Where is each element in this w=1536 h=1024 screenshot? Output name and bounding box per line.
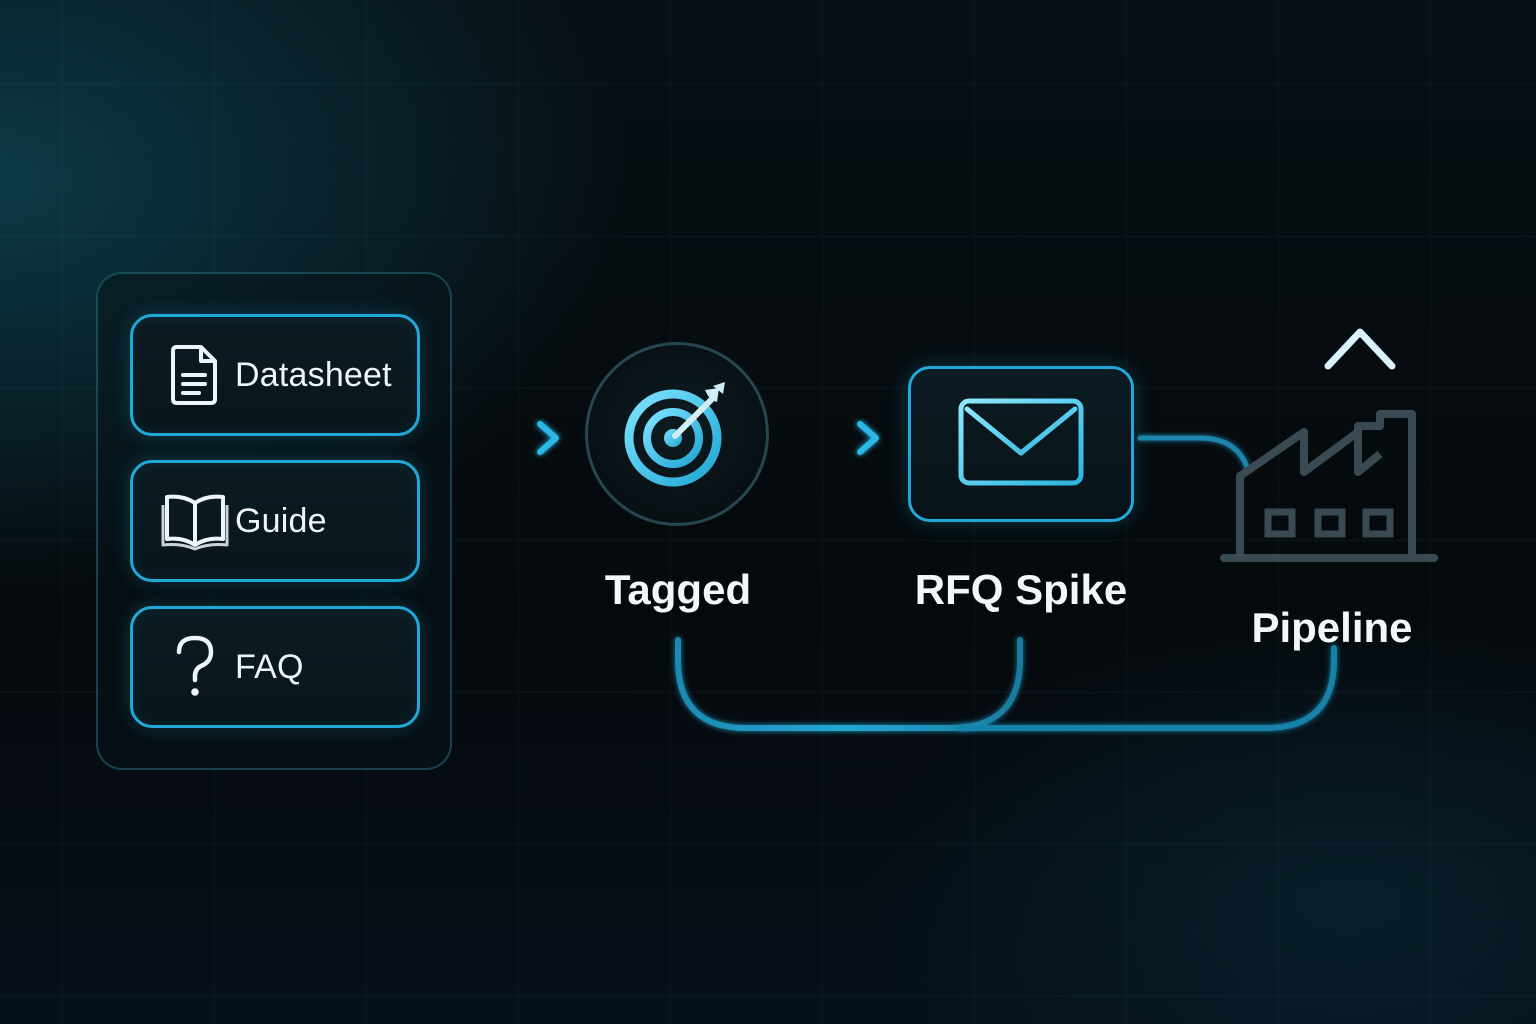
pipeline-label: Pipeline — [1251, 604, 1413, 651]
envelope-icon — [957, 397, 1085, 492]
diagram-canvas: Datasheet Guide FAQ Tagged RFQ Spike Pip… — [0, 0, 1536, 1024]
arrow-sources-to-tagged — [457, 421, 559, 455]
target-icon — [621, 376, 733, 493]
open-book-icon — [155, 491, 235, 551]
source-label-guide: Guide — [235, 501, 327, 540]
pipeline-node[interactable] — [1220, 322, 1440, 566]
source-label-datasheet: Datasheet — [235, 355, 392, 394]
source-card-guide[interactable]: Guide — [130, 460, 420, 582]
document-icon — [155, 343, 235, 407]
rfq-spike-node[interactable] — [908, 366, 1134, 522]
factory-icon — [1220, 410, 1438, 562]
source-label-faq: FAQ — [235, 647, 304, 686]
tagged-node[interactable] — [585, 342, 769, 526]
tagged-label: Tagged — [604, 566, 752, 613]
arrow-tagged-to-rfq — [779, 421, 879, 455]
feedback-loop-tagged-rfq — [675, 637, 1023, 731]
source-card-faq[interactable]: FAQ — [130, 606, 420, 728]
question-mark-icon — [155, 634, 235, 700]
rfq-spike-label: RFQ Spike — [914, 566, 1128, 613]
source-card-datasheet[interactable]: Datasheet — [130, 314, 420, 436]
